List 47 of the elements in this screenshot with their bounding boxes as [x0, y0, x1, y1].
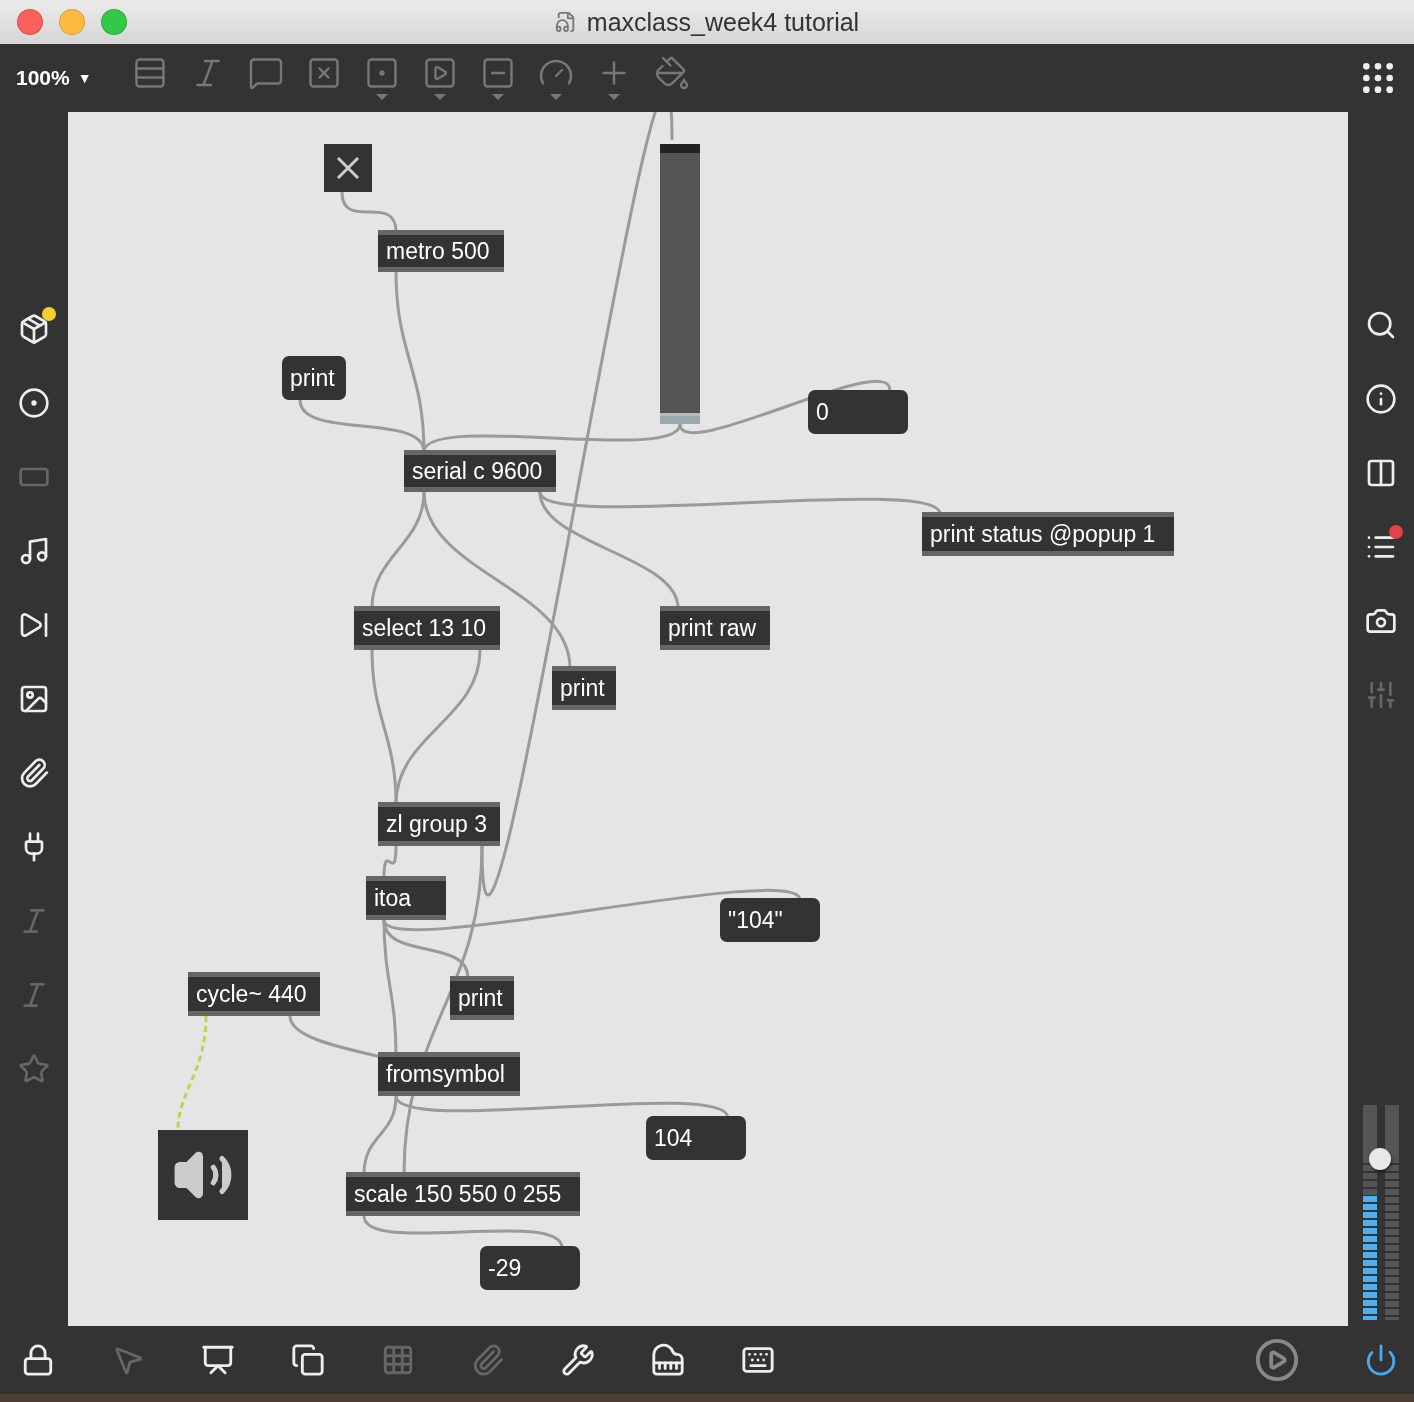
patch-cord — [382, 845, 398, 879]
wrench-icon — [561, 1343, 595, 1377]
number-box[interactable]: -29 — [480, 1246, 580, 1290]
power-icon[interactable] — [1364, 1343, 1398, 1377]
file-icon — [554, 11, 577, 33]
patch-cord — [340, 191, 398, 233]
comment-icon — [247, 55, 284, 91]
zoom-menu[interactable]: 100% ▼ — [16, 66, 92, 90]
play-circle-icon[interactable] — [1254, 1337, 1300, 1383]
grid-icon — [381, 1343, 415, 1377]
piano-icon — [651, 1343, 685, 1377]
paperclip-icon — [471, 1343, 505, 1377]
target-icon — [18, 387, 50, 419]
message-box[interactable]: print — [282, 356, 346, 400]
columns-icon — [1365, 457, 1397, 489]
patch-object[interactable]: fromsymbol — [378, 1052, 520, 1096]
image-icon — [18, 683, 50, 715]
patch-object[interactable]: print raw — [660, 606, 770, 650]
info-icon — [1365, 383, 1397, 415]
number-box[interactable]: 104 — [646, 1116, 746, 1160]
music-note-icon — [18, 535, 50, 567]
lock-icon — [21, 1343, 55, 1377]
badge-dot — [42, 307, 56, 321]
paint-bucket-icon — [653, 55, 690, 91]
patch-object[interactable]: print — [450, 976, 514, 1020]
star-icon — [18, 1053, 50, 1085]
patch-object[interactable]: print status @popup 1 — [922, 512, 1174, 556]
patch-object[interactable]: metro 500 — [378, 230, 504, 272]
search-icon — [1365, 309, 1397, 341]
badge-dot — [1389, 525, 1403, 539]
number-box[interactable]: 0 — [808, 390, 908, 434]
speaker-button[interactable] — [158, 1130, 248, 1220]
cube-icon — [18, 313, 50, 345]
close-button[interactable] — [17, 9, 43, 35]
patch-object[interactable]: zl group 3 — [378, 802, 500, 846]
cross-icon — [336, 156, 360, 180]
sliders-icon — [1365, 679, 1397, 711]
patch-object[interactable]: cycle~ 440 — [188, 972, 320, 1016]
toggle[interactable] — [324, 144, 372, 192]
presentation-icon — [201, 1343, 235, 1377]
patch-object[interactable]: scale 150 550 0 255 — [346, 1172, 580, 1216]
message-box[interactable]: "104" — [720, 898, 820, 942]
paperclip-icon — [18, 757, 50, 789]
patch-object[interactable]: itoa — [366, 876, 446, 920]
window-title: maxclass_week4 tutorial — [586, 7, 860, 37]
windows-icon — [291, 1343, 325, 1377]
patch-object[interactable]: select 13 10 — [354, 606, 500, 650]
